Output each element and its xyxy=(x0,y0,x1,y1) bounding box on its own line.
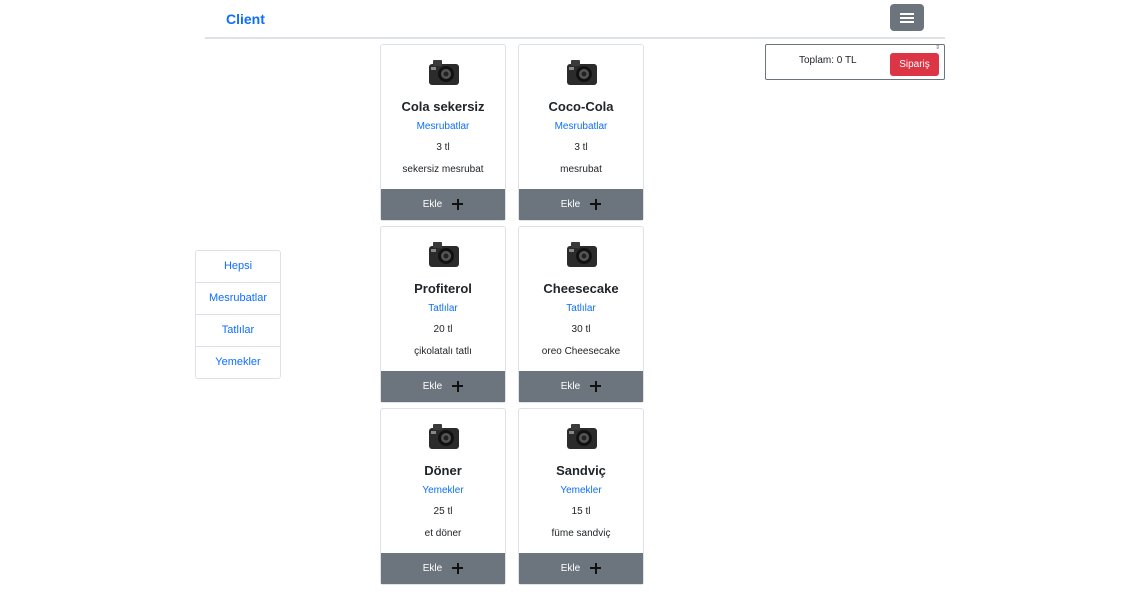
add-button[interactable]: Ekle xyxy=(381,189,505,220)
navbar: Client xyxy=(205,0,945,39)
add-button-label: Ekle xyxy=(560,381,581,392)
camera-icon xyxy=(429,60,459,85)
camera-icon xyxy=(429,242,459,267)
product-card: Sandviç Yemekler 15 tl füme sandviç Ekle xyxy=(518,408,644,585)
product-price: 25 tl xyxy=(433,506,453,517)
add-button[interactable]: Ekle xyxy=(381,553,505,584)
plus-icon xyxy=(452,381,464,392)
product-name: Profiterol xyxy=(414,281,472,296)
product-price: 15 tl xyxy=(571,506,591,517)
add-button-label: Ekle xyxy=(422,199,443,210)
product-description: et döner xyxy=(424,528,462,539)
product-category-link[interactable]: Mesrubatlar xyxy=(519,121,643,132)
product-category-link[interactable]: Yemekler xyxy=(381,485,505,496)
camera-icon xyxy=(567,60,597,85)
product-name: Cola sekersiz xyxy=(401,99,485,114)
product-card: Döner Yemekler 25 tl et döner Ekle xyxy=(380,408,506,585)
add-button-label: Ekle xyxy=(422,563,443,574)
plus-icon xyxy=(590,381,602,392)
camera-icon xyxy=(567,242,597,267)
navbar-brand[interactable]: Client xyxy=(226,11,265,27)
plus-icon xyxy=(590,199,602,210)
product-description: füme sandviç xyxy=(551,528,611,539)
add-button[interactable]: Ekle xyxy=(519,371,643,402)
product-price: 20 tl xyxy=(433,324,453,335)
category-item-mesrubatlar[interactable]: Mesrubatlar xyxy=(196,283,280,315)
product-card: Profiterol Tatlılar 20 tl çikolatalı tat… xyxy=(380,226,506,403)
product-card: Coco-Cola Mesrubatlar 3 tl mesrubat Ekle xyxy=(518,44,644,221)
product-description: çikolatalı tatlı xyxy=(414,346,472,357)
product-price: 30 tl xyxy=(571,324,591,335)
add-button-label: Ekle xyxy=(560,199,581,210)
product-price: 3 tl xyxy=(574,142,588,153)
product-card: Cola sekersiz Mesrubatlar 3 tl sekersiz … xyxy=(380,44,506,221)
product-category-link[interactable]: Tatlılar xyxy=(381,303,505,314)
camera-icon xyxy=(429,424,459,449)
add-button[interactable]: Ekle xyxy=(381,371,505,402)
plus-icon xyxy=(452,563,464,574)
order-button[interactable]: Sipariş xyxy=(890,53,939,76)
product-description: mesrubat xyxy=(560,164,602,175)
add-button[interactable]: Ekle xyxy=(519,189,643,220)
product-name: Coco-Cola xyxy=(548,99,614,114)
plus-icon xyxy=(590,563,602,574)
cart-total: Toplam: 0 TL xyxy=(799,55,857,66)
product-card: Cheesecake Tatlılar 30 tl oreo Cheesecak… xyxy=(518,226,644,403)
navbar-toggler-button[interactable] xyxy=(890,4,924,31)
product-category-link[interactable]: Mesrubatlar xyxy=(381,121,505,132)
plus-icon xyxy=(452,199,464,210)
category-item-hepsi[interactable]: Hepsi xyxy=(196,251,280,283)
resize-handle-icon[interactable]: ⇕ xyxy=(935,45,940,51)
product-price: 3 tl xyxy=(436,142,450,153)
camera-icon xyxy=(567,424,597,449)
category-item-yemekler[interactable]: Yemekler xyxy=(196,347,280,378)
product-description: sekersiz mesrubat xyxy=(402,164,484,175)
product-category-link[interactable]: Tatlılar xyxy=(519,303,643,314)
add-button-label: Ekle xyxy=(422,381,443,392)
product-name: Cheesecake xyxy=(543,281,619,296)
product-name: Döner xyxy=(424,463,462,478)
category-item-tatlilar[interactable]: Tatlılar xyxy=(196,315,280,347)
cart-panel: Toplam: 0 TL Sipariş ⇕ xyxy=(765,44,945,80)
add-button[interactable]: Ekle xyxy=(519,553,643,584)
product-name: Sandviç xyxy=(556,463,606,478)
product-description: oreo Cheesecake xyxy=(541,346,621,357)
add-button-label: Ekle xyxy=(560,563,581,574)
product-category-link[interactable]: Yemekler xyxy=(519,485,643,496)
category-list: Hepsi Mesrubatlar Tatlılar Yemekler xyxy=(195,250,281,379)
